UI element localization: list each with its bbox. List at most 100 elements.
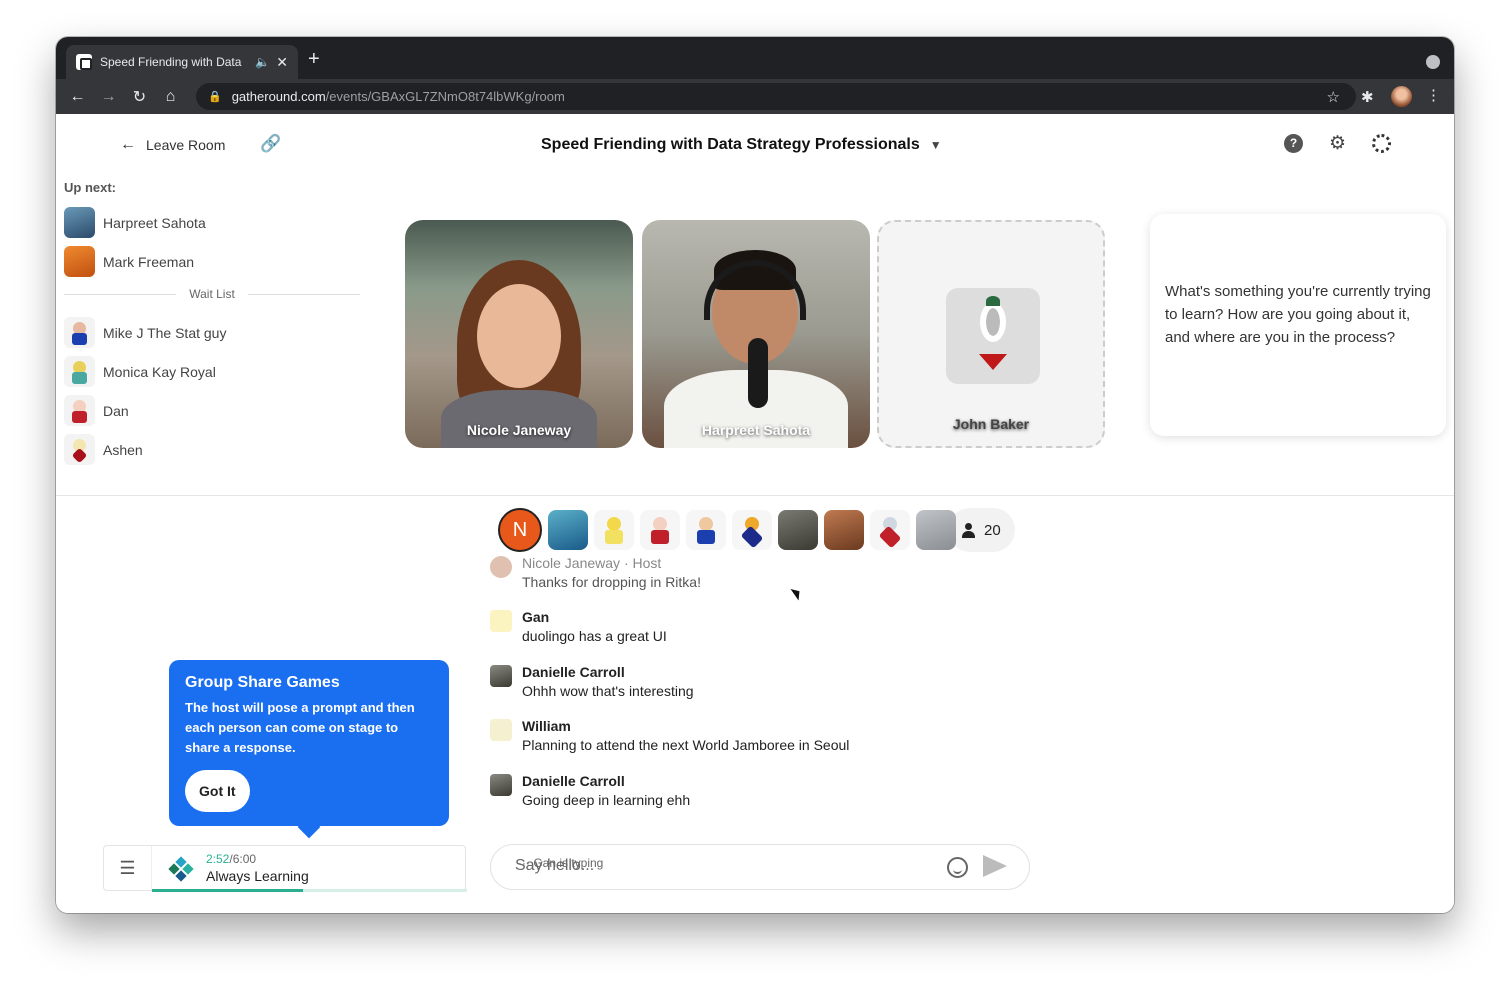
audio-icon[interactable]: 🔈 [255,55,270,69]
avatar [64,395,95,426]
message-author: Nicole Janeway · Host [522,555,662,571]
favicon-icon [76,54,92,70]
avatar [64,207,95,238]
browser-window: Speed Friending with Data 🔈 ✕ + ← → ↻ ⌂ … [56,37,1454,913]
prompt-card: What's something you're currently trying… [1150,214,1446,436]
home-icon[interactable]: ⌂ [155,88,186,106]
message-text: Going deep in learning ehh [522,792,691,808]
wait-list-divider: Wait List [64,287,360,301]
avatar [64,317,95,348]
person-name: Dan [103,402,129,419]
avatar [490,556,512,578]
forward-icon[interactable]: → [93,88,124,106]
event-title: Speed Friending with Data Strategy Profe… [541,136,920,153]
avatar [490,665,512,687]
video-face [477,284,561,388]
person-name: Monica Kay Royal [103,363,216,380]
message-text: Planning to attend the next World Jambor… [522,737,850,753]
game-progress [152,889,467,892]
gear-icon[interactable]: ⚙ [1329,134,1346,153]
prompt-text: What's something you're currently trying… [1165,283,1431,346]
link-icon[interactable]: 🔗 [260,134,281,154]
game-icon [168,856,194,882]
close-icon[interactable]: ✕ [276,54,288,71]
chat-message: Nicole Janeway · Host Thanks for droppin… [490,555,701,590]
audience-avatar[interactable] [916,510,956,550]
event-title-dropdown[interactable]: Speed Friending with Data Strategy Profe… [541,136,942,154]
loading-icon[interactable] [1372,134,1392,153]
url-path: /events/GBAxGL7ZNmO8t74lbWKg/room [325,89,565,104]
audience-bar: N 20 [498,508,1015,552]
stage-tile[interactable]: Harpreet Sahota [642,220,870,448]
back-icon[interactable]: ← [62,88,93,106]
got-it-button[interactable]: Got It [185,770,250,812]
new-tab-icon[interactable]: + [308,49,320,69]
stage-tile-empty[interactable]: John Baker [877,220,1105,448]
profile-avatar[interactable] [1391,86,1412,107]
wait-list-item[interactable]: Dan [64,395,129,426]
message-text: Thanks for dropping in Ritka! [522,574,701,590]
chat-input[interactable] [515,857,935,875]
audience-avatar[interactable] [732,510,772,550]
person-name: Harpreet Sahota [103,214,206,231]
tile-name: John Baker [952,416,1030,432]
wait-list-item[interactable]: Ashen [64,434,143,465]
chat-message: William Planning to attend the next Worl… [490,718,849,753]
bookmark-star-icon[interactable]: ☆ [1327,88,1340,106]
browser-tab[interactable]: Speed Friending with Data 🔈 ✕ [66,45,298,79]
video-body [441,390,597,448]
leave-room-button[interactable]: ← Leave Room [120,136,225,154]
chat-message: Danielle Carroll Going deep in learning … [490,773,690,808]
chat-message: Danielle Carroll Ohhh wow that's interes… [490,664,694,699]
person-icon [962,523,975,538]
chevron-down-icon: ▼ [929,138,942,152]
audience-avatar[interactable] [548,510,588,550]
url-host: gatheround.com [231,89,326,104]
up-next-item[interactable]: Harpreet Sahota [64,207,206,238]
audience-avatar[interactable] [824,510,864,550]
tooltip-body: The host will pose a prompt and then eac… [185,700,415,755]
audience-avatar[interactable] [686,510,726,550]
address-bar[interactable]: 🔒 gatheround.com /events/GBAxGL7ZNmO8t74… [196,83,1356,110]
avatar [490,719,512,741]
body-shape [979,354,1007,370]
game-timer: 2:52/6:00 [206,852,256,866]
up-next-item[interactable]: Mark Freeman [64,246,194,277]
person-name: Mark Freeman [103,253,195,270]
audience-avatar[interactable] [778,510,818,550]
lock-icon: 🔒 [208,91,222,103]
help-icon[interactable]: ? [1284,134,1303,153]
stage-tile[interactable]: Nicole Janeway [405,220,633,448]
game-name: Always Learning [206,868,309,884]
person-name: Mike J The Stat guy [103,324,227,341]
browser-toolbar: ← → ↻ ⌂ 🔒 gatheround.com /events/GBAxGL7… [56,79,1454,114]
tab-title: Speed Friending with Data [100,55,242,69]
tooltip-title: Group Share Games [185,674,340,691]
tab-bar: Speed Friending with Data 🔈 ✕ + [56,37,1454,79]
avatar [490,610,512,632]
now-playing-bar: ☰ 2:52/6:00 Always Learning [103,845,467,892]
avatar-placeholder-icon [946,288,1040,384]
emoji-icon[interactable] [947,857,968,878]
wait-list-item[interactable]: Mike J The Stat guy [64,317,226,348]
window-control-icon[interactable] [1426,55,1440,69]
timer-elapsed: 2:52 [206,852,230,866]
extensions-icon[interactable]: ✱ [1361,88,1374,106]
chat-message: Gan duolingo has a great UI [490,609,667,644]
list-icon[interactable]: ☰ [104,846,152,890]
audience-avatar[interactable] [594,510,634,550]
leave-room-label: Leave Room [146,137,226,153]
reload-icon[interactable]: ↻ [124,87,155,107]
participant-count-button[interactable]: 20 [948,508,1015,552]
host-avatar[interactable]: N [498,508,542,552]
send-icon[interactable] [983,855,1007,877]
audience-avatar[interactable] [640,510,680,550]
more-menu-icon[interactable]: ⋮ [1426,86,1441,104]
wait-list-item[interactable]: Monica Kay Royal [64,356,216,387]
cap-shape [986,296,1000,306]
mouse-cursor-icon [790,585,804,601]
audience-avatar[interactable] [870,510,910,550]
microphone-icon [748,338,768,408]
message-author: William [522,718,571,734]
chat-input-bar [490,844,1030,890]
